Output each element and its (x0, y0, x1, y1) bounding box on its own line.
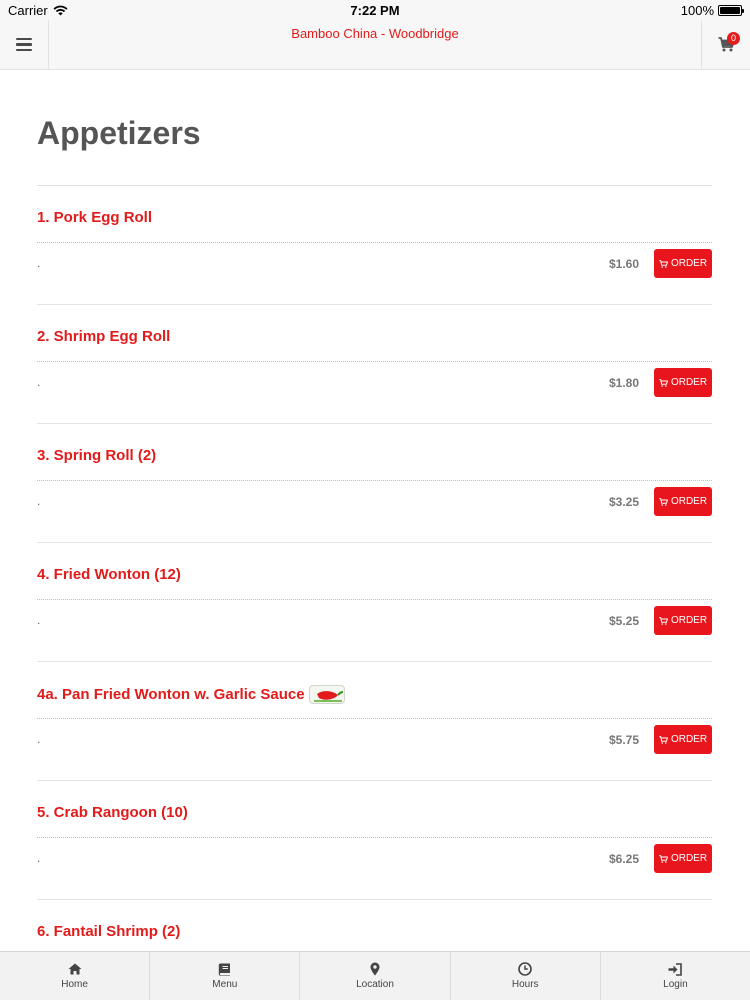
sign-in-icon (668, 962, 683, 976)
menu-item-name[interactable]: 3. Spring Roll (2) (37, 447, 156, 464)
order-button-label: ORDER (670, 496, 708, 507)
menu-item[interactable]: 6. Fantail Shrimp (2) (37, 900, 712, 951)
menu-item-name-row: 4a. Pan Fried Wonton w. Garlic Sauce (37, 685, 345, 704)
menu-item-description: . (37, 732, 41, 746)
nav-label: Hours (511, 979, 539, 990)
spicy-pepper-icon (308, 685, 345, 704)
menu-item[interactable]: 3. Spring Roll (2). $3.25 ORDER (37, 424, 712, 543)
nav-label: Location (356, 979, 394, 990)
status-left: Carrier (8, 3, 68, 18)
menu-item-list: 1. Pork Egg Roll. $1.60 ORDER 2. Shrimp Egg… (37, 186, 712, 951)
menu-item[interactable]: 4. Fried Wonton (12). $5.25 ORDER (37, 543, 712, 662)
menu-item-name-row: 3. Spring Roll (2) (37, 447, 156, 464)
dotted-divider (37, 837, 712, 838)
dotted-divider (37, 599, 712, 600)
order-button[interactable]: ORDER (654, 249, 712, 278)
restaurant-title: Bamboo China - Woodbridge (291, 26, 459, 41)
nav-item-hours[interactable]: Hours (451, 952, 601, 1000)
nav-label: Login (663, 979, 688, 990)
menu-item-name-row: 5. Crab Rangoon (10) (37, 804, 188, 821)
bottom-nav: Home Menu Location Hours Login (0, 951, 750, 1000)
wifi-icon (53, 5, 68, 15)
home-icon (68, 962, 82, 976)
order-button[interactable]: ORDER (654, 725, 712, 754)
nav-label: Menu (212, 979, 238, 990)
cart-button[interactable]: 0 (701, 20, 750, 69)
cart-icon (659, 497, 668, 506)
battery-fill (720, 6, 740, 14)
status-right: 100% (680, 2, 744, 18)
status-bar: Carrier 7:22 PM 100% (0, 0, 750, 20)
order-button-label: ORDER (670, 734, 708, 745)
nav-item-home[interactable]: Home (0, 952, 151, 1000)
app-header: Bamboo China - Woodbridge 0 (0, 20, 750, 70)
nav-item-login[interactable]: Login (601, 952, 750, 1000)
menu-item-description: . (37, 256, 41, 270)
dotted-divider (37, 480, 712, 481)
menu-item-name[interactable]: 6. Fantail Shrimp (2) (37, 923, 180, 940)
menu-item-price: $6.25 (608, 852, 639, 866)
menu-item-name-row: 2. Shrimp Egg Roll (37, 328, 170, 345)
menu-content[interactable]: Appetizers 1. Pork Egg Roll. $1.60 ORDER 2.… (0, 71, 750, 951)
dotted-divider (37, 718, 712, 719)
order-button[interactable]: ORDER (654, 606, 712, 635)
menu-item-name[interactable]: 1. Pork Egg Roll (37, 209, 152, 226)
dotted-divider (37, 361, 712, 362)
menu-item-name[interactable]: 5. Crab Rangoon (10) (37, 804, 188, 821)
cart-icon (659, 378, 668, 387)
menu-item-name[interactable]: 4a. Pan Fried Wonton w. Garlic Sauce (37, 686, 305, 703)
menu-item[interactable]: 2. Shrimp Egg Roll. $1.80 ORDER (37, 305, 712, 424)
carrier-label: Carrier (8, 2, 48, 18)
battery-icon (718, 4, 744, 16)
cart-icon (659, 259, 668, 268)
order-button-label: ORDER (670, 615, 708, 626)
status-time: 7:22 PM (350, 2, 400, 18)
menu-item-description: . (37, 375, 41, 389)
menu-item-price: $3.25 (608, 495, 639, 509)
menu-item[interactable]: 1. Pork Egg Roll. $1.60 ORDER (37, 186, 712, 305)
order-button[interactable]: ORDER (654, 844, 712, 873)
menu-item-name[interactable]: 2. Shrimp Egg Roll (37, 328, 170, 345)
book-icon (218, 962, 232, 976)
nav-item-location[interactable]: Location (300, 952, 451, 1000)
menu-item-price: $5.75 (608, 733, 639, 747)
map-pin-icon (368, 962, 382, 976)
order-button[interactable]: ORDER (654, 487, 712, 516)
menu-item-description: . (37, 494, 41, 508)
menu-item-name[interactable]: 4. Fried Wonton (12) (37, 566, 181, 583)
menu-item-price: $1.60 (608, 257, 639, 271)
menu-item[interactable]: 5. Crab Rangoon (10). $6.25 ORDER (37, 781, 712, 900)
nav-item-menu[interactable]: Menu (150, 952, 301, 1000)
dotted-divider (37, 242, 712, 243)
cart-icon (659, 735, 668, 744)
hamburger-icon-bar (16, 43, 32, 46)
clock-icon (518, 962, 533, 976)
cart-count-badge: 0 (727, 32, 740, 45)
nav-label: Home (61, 979, 88, 990)
battery-percent: 100% (680, 2, 714, 18)
menu-item-description: . (37, 613, 41, 627)
menu-item[interactable]: 4a. Pan Fried Wonton w. Garlic Sauce. $5.… (37, 662, 712, 781)
order-button[interactable]: ORDER (654, 368, 712, 397)
order-button-label: ORDER (670, 377, 708, 388)
order-button-label: ORDER (670, 853, 708, 864)
section-title: Appetizers (37, 115, 201, 151)
menu-item-price: $5.25 (608, 614, 639, 628)
menu-item-name-row: 6. Fantail Shrimp (2) (37, 923, 180, 940)
hamburger-icon-bar (16, 48, 32, 52)
menu-item-price: $1.80 (608, 376, 639, 390)
cart-icon (659, 854, 668, 863)
cart-icon (659, 616, 668, 625)
menu-item-description: . (37, 851, 41, 865)
menu-item-name-row: 1. Pork Egg Roll (37, 209, 152, 226)
menu-item-name-row: 4. Fried Wonton (12) (37, 566, 181, 583)
order-button-label: ORDER (670, 258, 708, 269)
